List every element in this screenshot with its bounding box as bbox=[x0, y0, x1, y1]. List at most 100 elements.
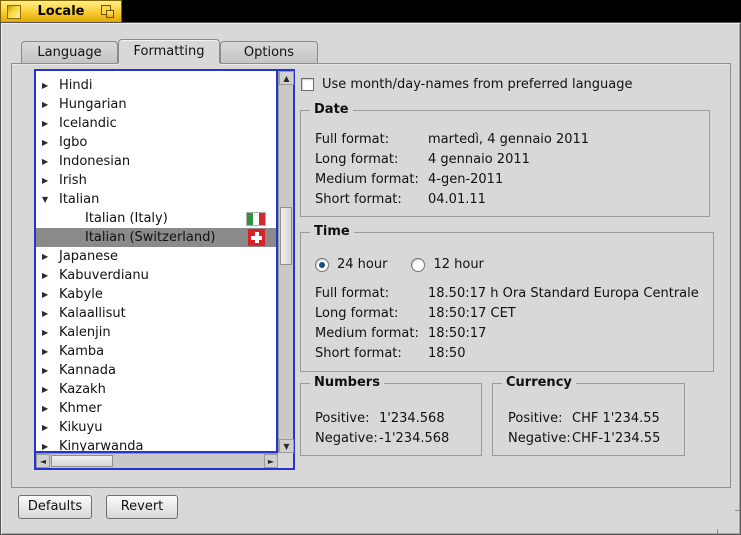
expand-arrow-icon[interactable]: ▶ bbox=[42, 119, 56, 128]
list-item[interactable]: ▶ Kalaallisut bbox=[36, 304, 276, 323]
list-item[interactable]: ▶ Kabyle bbox=[36, 285, 276, 304]
language-label: Italian bbox=[59, 192, 100, 207]
expand-arrow-icon[interactable]: ▶ bbox=[42, 347, 56, 356]
vertical-scrollbar[interactable]: ▲ ▼ bbox=[278, 71, 294, 453]
scroll-down-icon[interactable]: ▼ bbox=[279, 439, 294, 453]
radio-24-hour[interactable] bbox=[315, 257, 329, 272]
use-month-day-names-checkbox[interactable] bbox=[301, 78, 314, 91]
resize-grip-bottom[interactable] bbox=[717, 529, 718, 534]
expand-arrow-icon[interactable]: ▶ bbox=[42, 138, 56, 147]
expand-arrow-icon[interactable]: ▶ bbox=[42, 366, 56, 375]
expand-arrow-icon[interactable]: ▶ bbox=[42, 442, 56, 451]
window-title-bar[interactable]: Locale bbox=[0, 0, 122, 22]
language-label: Hindi bbox=[59, 78, 93, 93]
numbers-groupbox: Numbers Positive: 1'234.568 Negative: -1… bbox=[300, 375, 482, 456]
tab-language[interactable]: Language bbox=[21, 41, 118, 63]
list-item[interactable]: ▶ Kikuyu bbox=[36, 418, 276, 437]
radio-12-hour-label: 12 hour bbox=[433, 257, 484, 272]
list-item[interactable]: ▶ Kazakh bbox=[36, 380, 276, 399]
list-item[interactable]: ▶ Hungarian bbox=[36, 95, 276, 114]
language-label: Italian (Switzerland) bbox=[85, 230, 216, 245]
radio-12-hour[interactable] bbox=[411, 257, 426, 272]
format-label: Negative: bbox=[508, 431, 571, 446]
horizontal-scroll-thumb[interactable] bbox=[51, 455, 113, 467]
language-label: Igbo bbox=[59, 135, 88, 150]
format-value: 4 gennaio 2011 bbox=[428, 152, 530, 167]
tab-options[interactable]: Options bbox=[220, 41, 318, 63]
use-month-day-names-row: Use month/day-names from preferred langu… bbox=[301, 77, 633, 92]
zoom-icon[interactable] bbox=[101, 5, 117, 20]
numbers-group-title: Numbers bbox=[310, 375, 384, 390]
expand-arrow-icon[interactable]: ▶ bbox=[42, 176, 56, 185]
language-list[interactable]: ▶Hebrew▶Hindi▶Hungarian▶Icelandic▶Igbo▶I… bbox=[36, 71, 278, 453]
list-item[interactable]: Italian (Switzerland) bbox=[36, 228, 276, 247]
expand-arrow-icon[interactable]: ▶ bbox=[42, 328, 56, 337]
list-item[interactable]: ▶ Kalenjin bbox=[36, 323, 276, 342]
expand-arrow-icon[interactable]: ▶ bbox=[42, 404, 56, 413]
expand-arrow-icon[interactable]: ▶ bbox=[42, 423, 56, 432]
list-item[interactable]: ▶ Kabuverdianu bbox=[36, 266, 276, 285]
list-item[interactable]: ▶ Igbo bbox=[36, 133, 276, 152]
list-item[interactable]: ▶ Hindi bbox=[36, 76, 276, 95]
language-scrollview: ▶Hebrew▶Hindi▶Hungarian▶Icelandic▶Igbo▶I… bbox=[34, 69, 295, 470]
list-item[interactable]: ▶ Indonesian bbox=[36, 152, 276, 171]
date-short-format-row: Short format: 04.01.11 bbox=[315, 191, 486, 209]
format-label: Positive: bbox=[315, 411, 370, 426]
currency-groupbox: Currency Positive: CHF 1'234.55 Negative… bbox=[492, 375, 685, 456]
list-item[interactable]: ▼ Italian bbox=[36, 190, 276, 209]
list-item[interactable]: Italian (Italy) bbox=[36, 209, 276, 228]
format-label: Negative: bbox=[315, 431, 378, 446]
format-label: Short format: bbox=[315, 192, 402, 207]
list-item[interactable]: ▶ Khmer bbox=[36, 399, 276, 418]
language-label: Kinyarwanda bbox=[59, 439, 144, 453]
language-label: Indonesian bbox=[59, 154, 131, 169]
horizontal-scrollbar[interactable]: ◄ ► bbox=[36, 453, 278, 468]
format-label: Medium format: bbox=[315, 172, 419, 187]
time-group-title: Time bbox=[310, 224, 354, 239]
list-item[interactable]: ▶ Kannada bbox=[36, 361, 276, 380]
scroll-left-icon[interactable]: ◄ bbox=[36, 454, 50, 468]
locale-window: Language Formatting Options ▶Hebrew▶Hind… bbox=[0, 22, 741, 535]
scroll-up-icon[interactable]: ▲ bbox=[279, 71, 294, 85]
scroll-right-icon[interactable]: ► bbox=[264, 454, 278, 468]
switzerland-flag-icon bbox=[248, 229, 265, 246]
resize-grip-right[interactable] bbox=[735, 510, 740, 511]
expand-arrow-icon[interactable]: ▶ bbox=[42, 290, 56, 299]
expand-arrow-icon[interactable]: ▶ bbox=[42, 100, 56, 109]
list-item[interactable]: ▶ Irish bbox=[36, 171, 276, 190]
language-label: Kannada bbox=[59, 363, 116, 378]
expand-arrow-icon[interactable]: ▶ bbox=[42, 271, 56, 280]
format-value: 4-gen-2011 bbox=[428, 172, 504, 187]
radio-24-hour-label: 24 hour bbox=[337, 257, 388, 272]
format-value: CHF 1'234.55 bbox=[572, 411, 660, 426]
collapse-arrow-icon[interactable]: ▼ bbox=[42, 195, 56, 204]
zoom-square-front bbox=[106, 10, 114, 18]
list-item[interactable]: ▶ Icelandic bbox=[36, 114, 276, 133]
list-item[interactable]: ▶ Japanese bbox=[36, 247, 276, 266]
expand-arrow-icon[interactable]: ▶ bbox=[42, 309, 56, 318]
time-groupbox: Time 24 hour 12 hour Full format: 18.50:… bbox=[300, 224, 714, 372]
format-label: Medium format: bbox=[315, 326, 419, 341]
revert-button[interactable]: Revert bbox=[106, 495, 178, 519]
format-value: 18:50:17 CET bbox=[428, 306, 516, 321]
tab-formatting[interactable]: Formatting bbox=[118, 39, 220, 63]
date-full-format-row: Full format: martedì, 4 gennaio 2011 bbox=[315, 131, 589, 149]
vertical-scroll-thumb[interactable] bbox=[280, 207, 292, 265]
language-label: Italian (Italy) bbox=[85, 211, 168, 226]
time-short-format-row: Short format: 18:50 bbox=[315, 345, 465, 363]
defaults-button[interactable]: Defaults bbox=[18, 495, 92, 519]
format-label: Full format: bbox=[315, 286, 390, 301]
expand-arrow-icon[interactable]: ▶ bbox=[42, 385, 56, 394]
date-long-format-row: Long format: 4 gennaio 2011 bbox=[315, 151, 530, 169]
expand-arrow-icon[interactable]: ▶ bbox=[42, 252, 56, 261]
language-label: Kalenjin bbox=[59, 325, 111, 340]
expand-arrow-icon[interactable]: ▶ bbox=[42, 157, 56, 166]
time-long-format-row: Long format: 18:50:17 CET bbox=[315, 305, 516, 323]
list-item[interactable]: ▶ Kinyarwanda bbox=[36, 437, 276, 453]
list-item[interactable]: ▶ Kamba bbox=[36, 342, 276, 361]
language-label: Kamba bbox=[59, 344, 105, 359]
format-value: 18:50:17 bbox=[428, 326, 487, 341]
use-month-day-names-label: Use month/day-names from preferred langu… bbox=[322, 77, 633, 92]
language-label: Irish bbox=[59, 173, 87, 188]
expand-arrow-icon[interactable]: ▶ bbox=[42, 81, 56, 90]
